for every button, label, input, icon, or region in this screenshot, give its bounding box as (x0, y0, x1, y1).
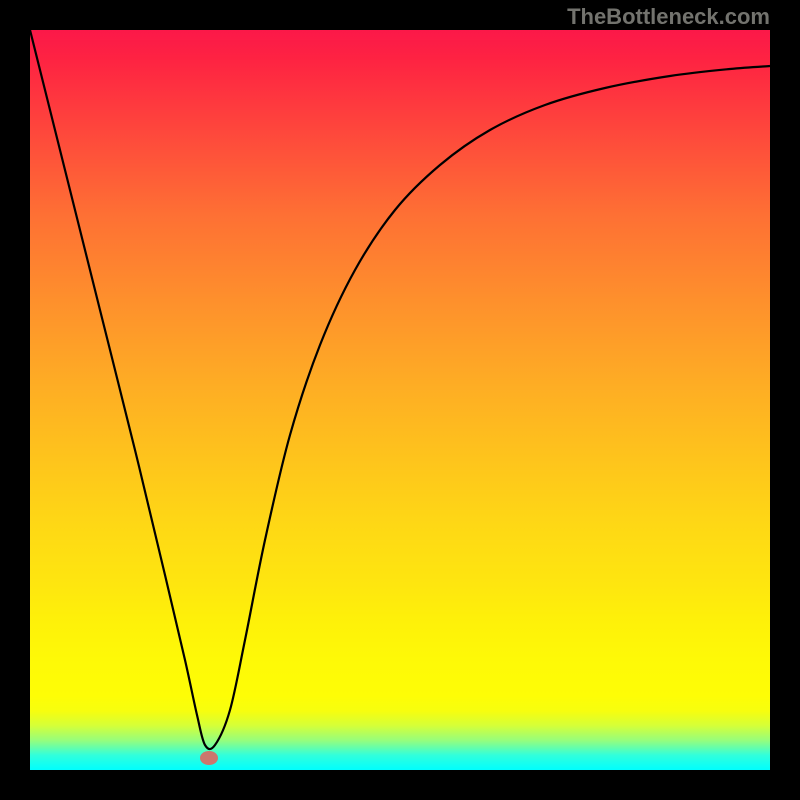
watermark-text: TheBottleneck.com (567, 4, 770, 30)
curve-path (30, 30, 770, 749)
highlight-marker (200, 751, 218, 765)
plot-frame (30, 30, 770, 770)
curve-svg (30, 30, 770, 770)
